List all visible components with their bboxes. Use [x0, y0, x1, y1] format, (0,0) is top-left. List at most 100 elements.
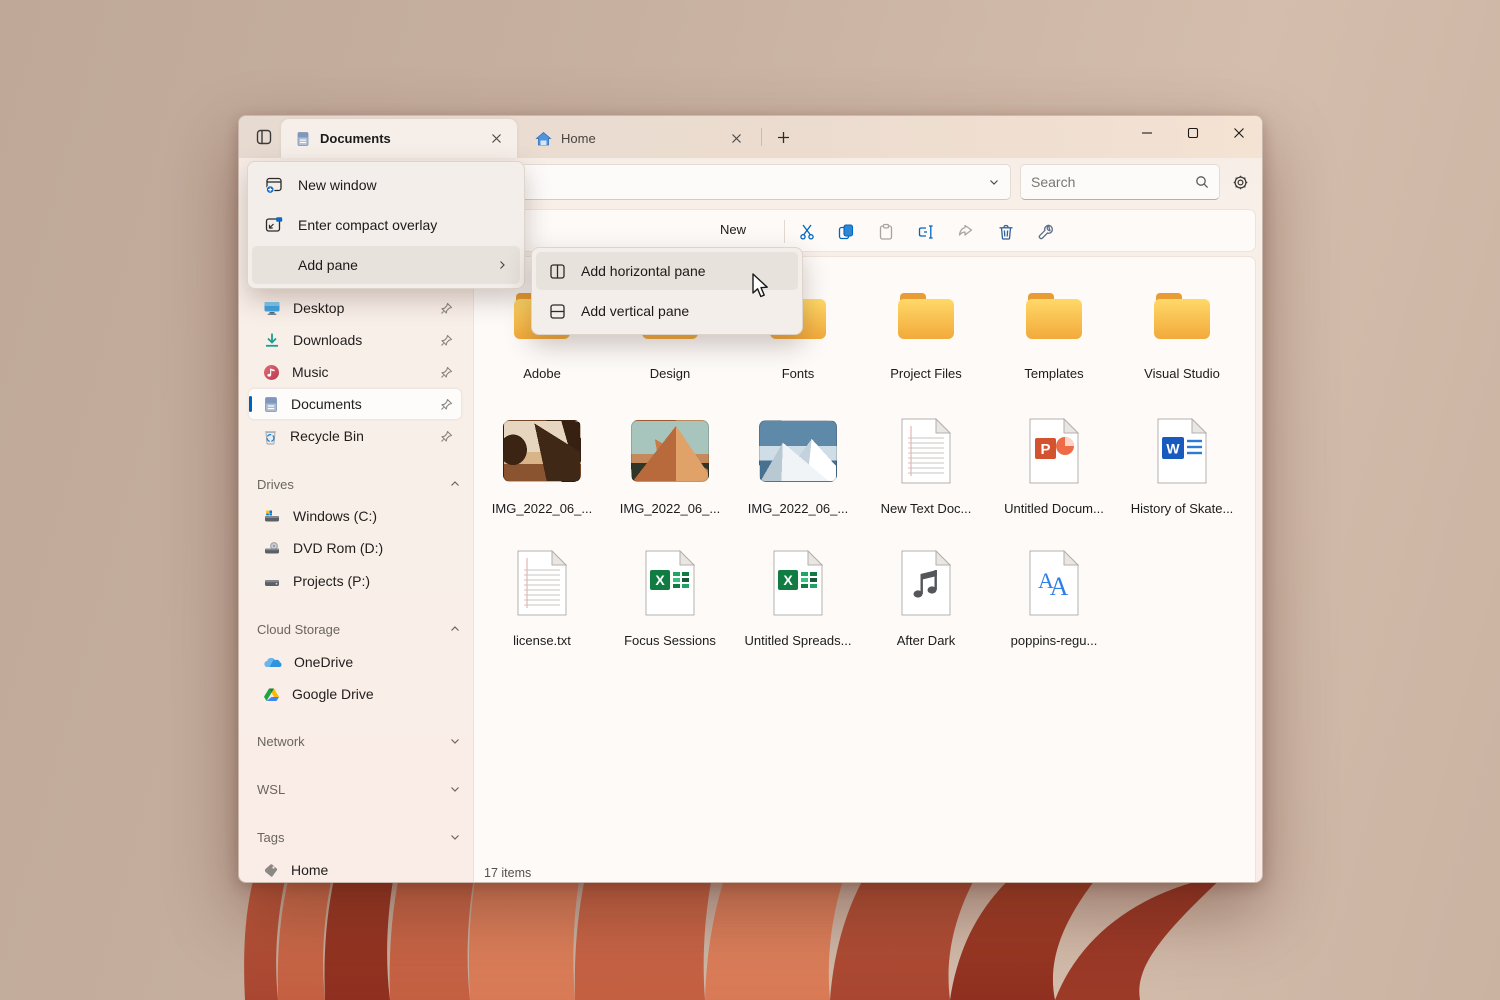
minimize-button[interactable] [1124, 116, 1170, 150]
file-item[interactable]: Templates [990, 274, 1118, 381]
chevron-down-icon[interactable] [449, 783, 461, 795]
sidebar-item-music[interactable]: Music [249, 357, 461, 387]
tab-close-button[interactable] [725, 128, 747, 150]
sidebar-section-drives[interactable]: Drives [257, 470, 461, 498]
toolbar: New [473, 209, 1256, 252]
document-icon [295, 131, 311, 147]
file-item[interactable]: A A poppins-regu... [990, 541, 1118, 648]
tab-bar: Documents Home [239, 116, 1262, 158]
chevron-down-icon[interactable] [449, 735, 461, 747]
share-icon [957, 223, 975, 241]
dvd-drive-icon [263, 540, 281, 556]
mouse-cursor [751, 273, 773, 299]
sidebar-item-documents[interactable]: Documents [249, 389, 461, 419]
sidebar-section-network[interactable]: Network [257, 727, 461, 755]
file-item[interactable]: X Untitled Spreads... [734, 541, 862, 648]
file-item[interactable]: license.txt [478, 541, 606, 648]
file-item[interactable]: New Text Doc... [862, 409, 990, 516]
pin-icon[interactable] [440, 366, 453, 379]
close-window-button[interactable] [1216, 116, 1262, 150]
menu-item-add-pane[interactable]: Add pane [252, 246, 520, 284]
sidebar-item-projects-p[interactable]: Projects (P:) [249, 566, 461, 596]
file-item[interactable]: X Focus Sessions [606, 541, 734, 648]
sidebar-item-label: OneDrive [294, 654, 453, 670]
sidebar-item-onedrive[interactable]: OneDrive [249, 647, 461, 677]
sidebar-section-tags[interactable]: Tags [257, 823, 461, 851]
settings-button[interactable] [1224, 166, 1256, 198]
pin-icon[interactable] [440, 398, 453, 411]
file-item[interactable]: IMG_2022_06_... [478, 409, 606, 516]
sidebar-item-dvd-d[interactable]: DVD Rom (D:) [249, 533, 461, 563]
sidebar-section-wsl[interactable]: WSL [257, 775, 461, 803]
svg-text:A: A [1050, 572, 1069, 601]
new-button[interactable]: New [720, 222, 746, 237]
maximize-button[interactable] [1170, 116, 1216, 150]
maximize-icon [1187, 127, 1199, 139]
file-item[interactable]: W History of Skate... [1118, 409, 1246, 516]
menu-item-enter-compact-overlay[interactable]: Enter compact overlay [252, 206, 520, 244]
sidebar-item-label: Recycle Bin [290, 428, 428, 444]
cut-button[interactable] [791, 216, 823, 247]
compact-overlay-icon [264, 215, 284, 235]
tab-separator [761, 128, 762, 146]
file-item[interactable]: IMG_2022_06_... [734, 409, 862, 516]
horizontal-pane-icon [548, 262, 567, 281]
tab-documents[interactable]: Documents [281, 119, 517, 158]
sidebar-item-google-drive[interactable]: Google Drive [249, 679, 461, 709]
sidebar-item-label: Music [292, 364, 428, 380]
file-label: IMG_2022_06_... [734, 501, 862, 516]
pin-icon[interactable] [440, 302, 453, 315]
file-item[interactable]: IMG_2022_06_... [606, 409, 734, 516]
file-item[interactable]: Visual Studio [1118, 274, 1246, 381]
sidebar-item-windows-c[interactable]: Windows (C:) [249, 501, 461, 531]
share-button[interactable] [950, 216, 982, 247]
search-input[interactable]: Search [1020, 164, 1220, 200]
section-label: Drives [257, 477, 449, 492]
tab-close-button[interactable] [485, 128, 507, 150]
rename-button[interactable] [910, 216, 942, 247]
new-tab-button[interactable] [769, 124, 797, 150]
window-controls [1124, 116, 1262, 150]
paste-icon [877, 223, 895, 241]
folder-icon [1150, 289, 1214, 343]
sidebar-item-desktop[interactable]: Desktop [249, 293, 461, 323]
sidebar-item-label: Projects (P:) [293, 573, 453, 589]
menu-item-label: New window [298, 177, 508, 193]
sidebar-item-downloads[interactable]: Downloads [249, 325, 461, 355]
file-item[interactable]: Project Files [862, 274, 990, 381]
paste-button[interactable] [870, 216, 902, 247]
svg-text:P: P [1040, 441, 1050, 458]
downloads-icon [263, 332, 281, 348]
menu-item-label: Add vertical pane [581, 303, 786, 319]
file-label: History of Skate... [1118, 501, 1246, 516]
minimize-icon [1141, 127, 1153, 139]
panes-icon [255, 128, 273, 146]
chevron-down-icon[interactable] [988, 176, 1000, 188]
sidebar-item-home-tag[interactable]: Home [249, 855, 461, 883]
rename-icon [917, 223, 936, 241]
chevron-down-icon[interactable] [449, 831, 461, 843]
chevron-up-icon[interactable] [449, 623, 461, 635]
menu-item-new-window[interactable]: New window [252, 166, 520, 204]
svg-text:W: W [1166, 441, 1180, 457]
file-item[interactable]: After Dark [862, 541, 990, 648]
delete-button[interactable] [990, 216, 1022, 247]
pin-icon[interactable] [440, 334, 453, 347]
file-item[interactable]: P Untitled Docum... [990, 409, 1118, 516]
properties-button[interactable] [1030, 216, 1062, 247]
file-label: Project Files [862, 366, 990, 381]
tab-home[interactable]: Home [521, 119, 757, 158]
wrench-icon [1037, 223, 1055, 241]
word-file-icon: W [1157, 418, 1207, 484]
sidebar-item-recycle-bin[interactable]: Recycle Bin [249, 421, 461, 451]
sidebar-section-cloud-storage[interactable]: Cloud Storage [257, 615, 461, 643]
svg-text:X: X [655, 572, 665, 588]
pin-icon[interactable] [440, 430, 453, 443]
close-icon [491, 133, 502, 144]
sidebar-item-label: Desktop [293, 300, 428, 316]
text-file-icon [517, 550, 567, 616]
svg-text:X: X [783, 572, 793, 588]
copy-button[interactable] [830, 216, 862, 247]
toggle-sidebar-button[interactable] [248, 121, 280, 153]
chevron-up-icon[interactable] [449, 478, 461, 490]
